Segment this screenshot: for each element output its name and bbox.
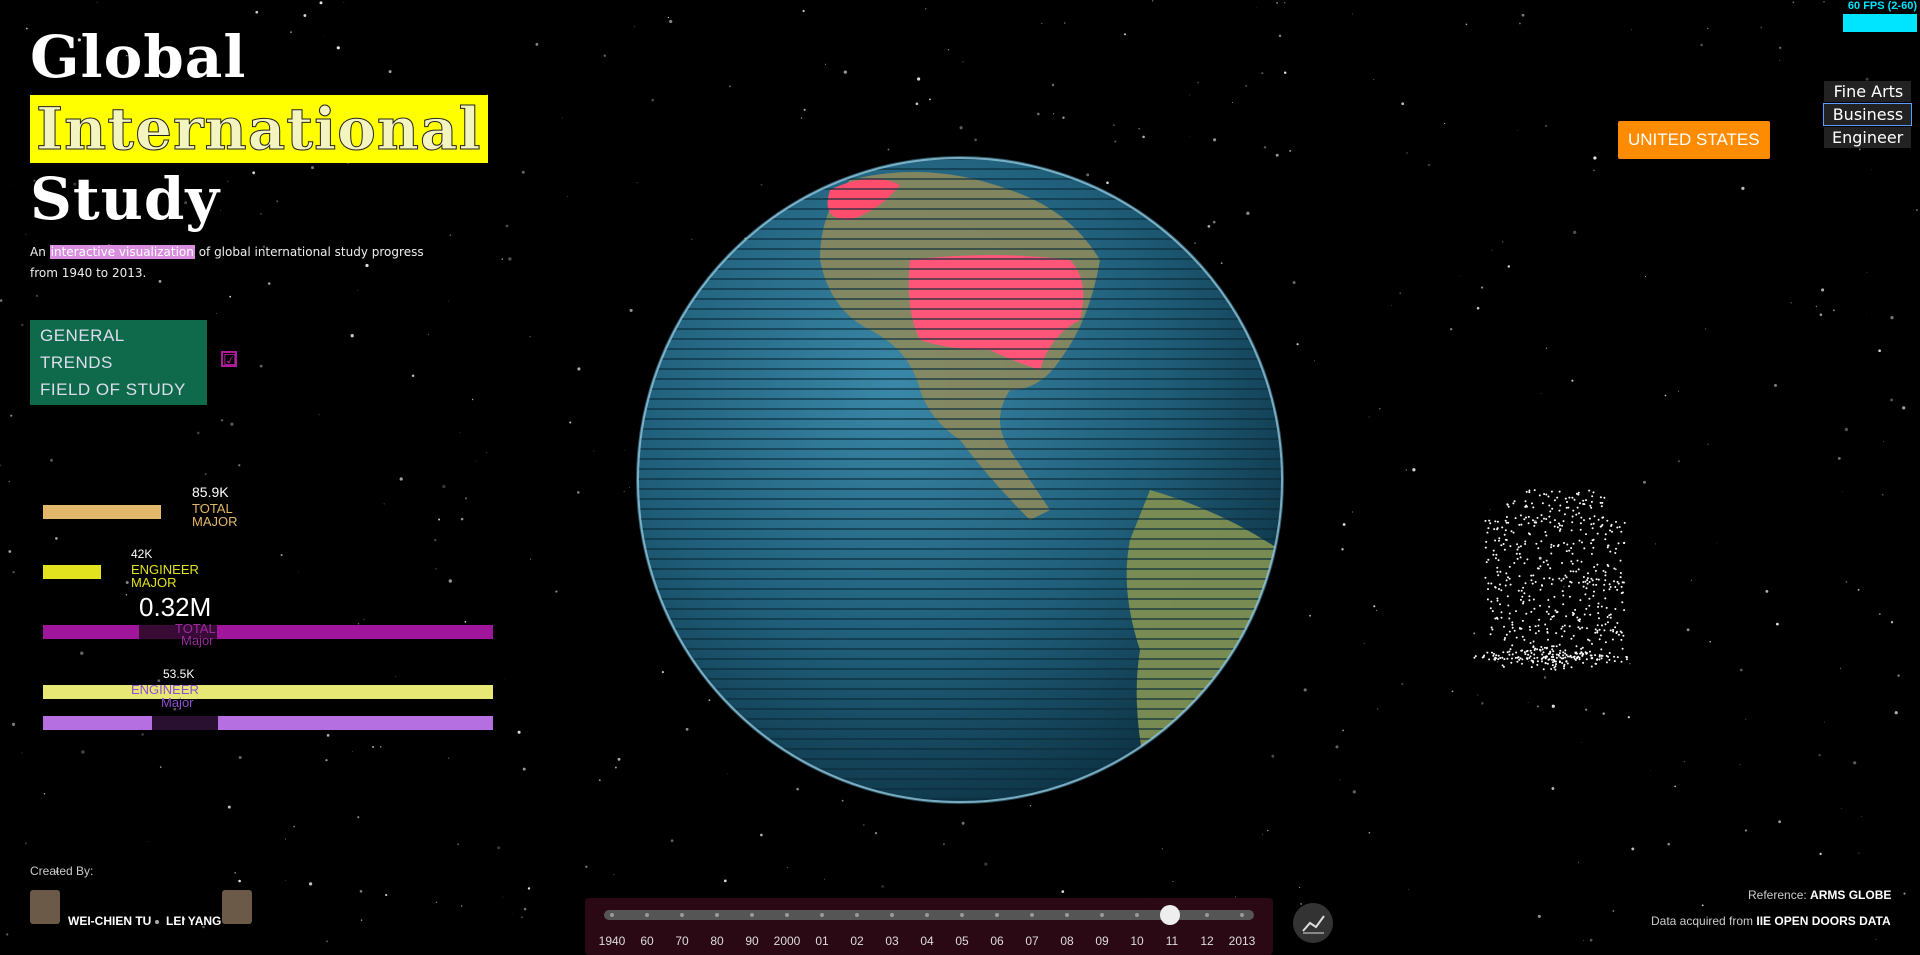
timeline-year-label[interactable]: 02 <box>850 934 863 948</box>
timeline-tick-dot <box>785 913 789 917</box>
country-engineer-label2: MAJOR <box>131 575 177 590</box>
author2-name: LEI YANG <box>166 914 222 928</box>
timeline-tick-dot <box>715 913 719 917</box>
fps-graph <box>1843 14 1917 32</box>
subtitle-highlight: interactive visualization <box>49 245 195 259</box>
timeline-year-label[interactable]: 1940 <box>599 934 626 948</box>
fps-text: 60 FPS (2-60) <box>1847 0 1917 12</box>
field-business[interactable]: Business <box>1822 103 1913 126</box>
timeline-tick-dot <box>1205 913 1209 917</box>
country-engineer-bar <box>43 565 101 579</box>
general-trends-toggle[interactable]: GENERAL TRENDS <box>40 322 197 376</box>
subtitle-post: of global international study progress <box>198 245 424 259</box>
avatar-author1 <box>30 890 60 924</box>
field-fine-arts[interactable]: Fine Arts <box>1824 81 1912 102</box>
timeline-tick-dot <box>1065 913 1069 917</box>
timeline-tick-dot <box>1100 913 1104 917</box>
timeline-track[interactable] <box>604 910 1254 920</box>
country-button[interactable]: UNITED STATES <box>1618 121 1770 159</box>
global-engineer-bar2-gap <box>152 716 218 730</box>
timeline-tick-dot <box>925 913 929 917</box>
app-title: Global International Study <box>30 22 488 234</box>
country-total-bar <box>43 505 161 519</box>
timeline-tick-dot <box>1030 913 1034 917</box>
source-line: Data acquired from IIE OPEN DOORS DATA <box>1651 914 1891 928</box>
title-line-2: International <box>30 95 488 164</box>
global-engineer-label2: Major <box>161 695 194 710</box>
particle-statue-icon <box>1473 489 1628 671</box>
timeline-tick-dot <box>995 913 999 917</box>
global-total-label2: Major <box>181 633 214 648</box>
field-of-study-list: Fine Arts Business Engineer <box>1822 81 1913 150</box>
field-engineer[interactable]: Engineer <box>1824 127 1912 148</box>
timeline-year-label[interactable]: 07 <box>1025 934 1038 948</box>
source-label: Data acquired from <box>1651 914 1754 928</box>
source-link[interactable]: IIE OPEN DOORS DATA <box>1756 914 1890 928</box>
timeline-year-label[interactable]: 2000 <box>774 934 801 948</box>
timeline-year-label[interactable]: 11 <box>1166 934 1178 948</box>
country-total-label2: MAJOR <box>192 514 238 529</box>
global-engineer-value: 53.5K <box>163 667 195 681</box>
view-mode-panel: GENERAL TRENDS FIELD OF STUDY <box>30 320 207 405</box>
timeline-year-label[interactable]: 01 <box>815 934 828 948</box>
global-engineer-bar2-left <box>43 716 152 730</box>
global-total-bar-left <box>43 625 139 639</box>
reference-link[interactable]: ARMS GLOBE <box>1810 888 1891 902</box>
timeline-tick-dot <box>1240 913 1244 917</box>
field-of-study-checkbox[interactable]: ☑ <box>221 351 237 368</box>
created-by-label: Created By: <box>30 864 94 878</box>
subtitle-line2: from 1940 to 2013. <box>30 266 147 280</box>
chart-toggle-button[interactable] <box>1293 903 1333 943</box>
timeline-year-label[interactable]: 90 <box>745 934 758 948</box>
country-total-value: 85.9K <box>192 484 229 500</box>
timeline-year-label[interactable]: 09 <box>1095 934 1108 948</box>
timeline-handle[interactable] <box>1160 905 1180 925</box>
timeline-year-label[interactable]: 08 <box>1060 934 1073 948</box>
field-of-study-toggle[interactable]: FIELD OF STUDY <box>40 376 197 403</box>
fps-meter: 60 FPS (2-60) <box>1843 0 1917 32</box>
timeline-tick-dot <box>680 913 684 917</box>
timeline-year-label[interactable]: 05 <box>955 934 968 948</box>
subtitle: An interactive visualization of global i… <box>30 242 424 284</box>
country-engineer-value: 42K <box>131 547 153 561</box>
timeline-tick-dot <box>610 913 614 917</box>
timeline-year-label[interactable]: 06 <box>990 934 1003 948</box>
timeline-year-label[interactable]: 80 <box>710 934 723 948</box>
timeline-tick-dot <box>750 913 754 917</box>
subtitle-pre: An <box>30 245 46 259</box>
reference-line: Reference: ARMS GLOBE <box>1748 888 1891 902</box>
globe[interactable] <box>630 150 1290 810</box>
timeline-year-label[interactable]: 10 <box>1130 934 1143 948</box>
timeline-year-label[interactable]: 60 <box>640 934 653 948</box>
title-line-3: Study <box>30 165 221 233</box>
timeline-tick-dot <box>855 913 859 917</box>
global-total-value: 0.32M <box>139 592 212 622</box>
global-engineer-bar <box>43 685 493 699</box>
author1-name: WEI-CHIEN TU <box>68 914 152 928</box>
global-total-bar-right <box>217 625 493 639</box>
timeline-tick-dot <box>960 913 964 917</box>
timeline-year-label[interactable]: 03 <box>885 934 898 948</box>
title-line-1: Global <box>30 23 247 91</box>
timeline-tick-dot <box>890 913 894 917</box>
timeline-year-label[interactable]: 70 <box>675 934 688 948</box>
timeline-tick-dot <box>1135 913 1139 917</box>
timeline: 1940 60 70 80 90 2000 01 02 03 04 05 06 07 08 09 10 11 12… <box>585 898 1273 955</box>
timeline-year-label[interactable]: 04 <box>920 934 933 948</box>
timeline-tick-dot <box>820 913 824 917</box>
global-engineer-bar2-right <box>218 716 493 730</box>
avatar-author2 <box>222 890 252 924</box>
timeline-year-label[interactable]: 12 <box>1200 934 1213 948</box>
timeline-tick-dot <box>645 913 649 917</box>
timeline-year-label[interactable]: 2013 <box>1229 934 1256 948</box>
line-chart-icon <box>1302 915 1325 934</box>
reference-label: Reference: <box>1748 888 1807 902</box>
author-separator <box>155 920 159 924</box>
